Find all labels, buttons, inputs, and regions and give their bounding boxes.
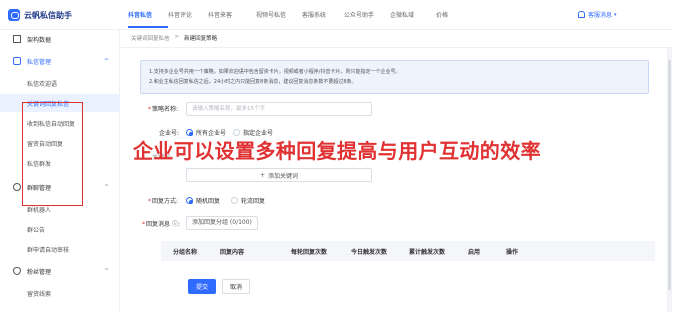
radio-label: 轮流回复 (241, 198, 266, 205)
nav-item-customer-service[interactable]: 客服系统 (302, 10, 344, 30)
app-title: 云帆私信助手 (24, 10, 72, 20)
nav-item-pricing[interactable]: 价格 (436, 10, 456, 30)
sidebar-item-leads[interactable]: 留资线索 (0, 284, 120, 302)
sidebar-group-data[interactable]: 架构数据 (0, 30, 120, 48)
cancel-button[interactable]: 取消 (222, 279, 250, 294)
nav-item-douyin-dm[interactable]: 抖音私信 (128, 10, 168, 30)
reply-mode-text: 回复方式: (152, 198, 179, 205)
nav-item-douyin-comment[interactable]: 抖音评论 (168, 10, 208, 30)
chevron-down-icon: ▾ (614, 11, 617, 18)
column-header: 操作 (506, 249, 519, 256)
sidebar-item-auto-approve[interactable]: 群申请自动审核 (0, 240, 120, 258)
plus-icon: + (259, 171, 265, 179)
add-reply-group-button[interactable]: 添加回复分组 (0/100) (186, 216, 258, 230)
top-nav: 抖音私信 抖音评论 抖音来客 视频号私信 客服系统 公众号助手 企微私域 价格 (128, 10, 456, 30)
sidebar-group-label: 粉丝管理 (27, 268, 52, 276)
top-bar: 云帆私信助手 抖音私信 抖音评论 抖音来客 视频号私信 客服系统 公众号助手 企… (0, 0, 673, 30)
notice-line-2: 2.和业主私信回复私信之后，24小时之内只能回复8条消息，建议回复消息条数不要超… (149, 79, 357, 85)
logo-icon (8, 9, 20, 21)
overlay-caption: 企业可以设置多种回复提高与用户互动的效率 (133, 139, 541, 163)
users-icon (13, 183, 21, 191)
highlight-box (22, 102, 83, 206)
sidebar-group-fans[interactable]: 粉丝管理 ^ (0, 262, 120, 280)
service-messages[interactable]: 客服消息 ▾ (578, 10, 617, 19)
strategy-name-label: *策略名称: (148, 104, 178, 113)
info-icon: ⓘ: (171, 221, 180, 228)
app-logo[interactable]: 云帆私信助手 (8, 9, 72, 21)
sidebar-item-welcome[interactable]: 私信欢迎语 (0, 74, 120, 92)
nav-item-douyin-visitor[interactable]: 抖音来客 (208, 10, 256, 30)
radio-dot (231, 197, 238, 204)
breadcrumb-separator: > (174, 34, 180, 40)
chevron-up-icon: ^ (104, 267, 110, 275)
column-header: 回复内容 (220, 249, 245, 256)
chat-icon (13, 57, 21, 65)
sidebar-item-announcement[interactable]: 群公告 (0, 220, 120, 238)
strategy-name-input[interactable]: 请输入策略名称，最多15个字 (186, 102, 372, 116)
reply-mode-label: *回复方式: (148, 196, 178, 205)
radio-dot (186, 197, 193, 204)
nav-item-channels-dm[interactable]: 视频号私信 (256, 10, 302, 30)
reply-message-text: 回复消息 (146, 221, 171, 228)
sidebar-item-label: 私信欢迎语 (27, 80, 58, 88)
divider (121, 47, 673, 48)
column-header: 今日触发次数 (351, 249, 388, 256)
required-mark: * (148, 198, 151, 205)
breadcrumb-parent[interactable]: 关键词回复私信 (131, 34, 170, 42)
radio-round-reply[interactable]: 轮流回复 (231, 196, 265, 205)
sidebar-item-label: 群申请自动审核 (27, 246, 70, 254)
strategy-name-text: 策略名称: (152, 106, 179, 113)
shield-icon (13, 267, 21, 275)
scrollbar-thumb[interactable] (668, 60, 671, 290)
add-keyword-label: 添加关键词 (268, 172, 299, 180)
column-header: 累计触发次数 (409, 249, 446, 256)
column-header: 每轮回复次数 (291, 249, 328, 256)
required-mark: * (148, 106, 151, 113)
sidebar: 架构数据 私信管理 ^ 私信欢迎语 关键词回复私信 收到私信自动回复 留资自动回… (0, 30, 120, 312)
sidebar-group-label: 私信管理 (27, 58, 52, 66)
nav-item-official-account[interactable]: 公众号助手 (344, 10, 390, 30)
chevron-up-icon: ^ (104, 57, 110, 65)
breadcrumb-current: 新建回复策略 (184, 36, 218, 42)
sidebar-item-label: 群公告 (27, 226, 46, 234)
service-label: 客服消息 (588, 12, 613, 19)
notice-line-1: 1.支持多企业号共用一个策略，如果欢迎语中包含留资卡片，视频或者小程序/抖音卡片… (149, 69, 401, 75)
column-header: 分组名称 (173, 249, 198, 256)
chevron-up-icon: ^ (104, 183, 110, 191)
nav-item-wecom[interactable]: 企微私域 (390, 10, 436, 30)
info-notice: 1.支持多企业号共用一个策略，如果欢迎语中包含留资卡片，视频或者小程序/抖音卡片… (140, 60, 649, 94)
radio-label: 随机回复 (196, 198, 221, 205)
sidebar-group-dm[interactable]: 私信管理 ^ (0, 52, 120, 70)
bell-icon (578, 11, 585, 18)
reply-table-header: 分组名称 回复内容 每轮回复次数 今日触发次数 累计触发次数 启用 操作 (161, 241, 655, 261)
breadcrumb: 关键词回复私信 > 新建回复策略 (131, 34, 217, 42)
column-header: 启用 (468, 249, 481, 256)
reply-message-label: *回复消息 ⓘ: (142, 219, 180, 228)
submit-button[interactable]: 提交 (188, 279, 216, 294)
add-keyword-button[interactable]: + 添加关键词 (186, 168, 372, 182)
sidebar-item-label: 留资线索 (27, 290, 52, 298)
required-mark: * (142, 221, 145, 228)
main-content: 关键词回复私信 > 新建回复策略 1.支持多企业号共用一个策略，如果欢迎语中包含… (121, 30, 673, 312)
grid-icon (13, 35, 21, 43)
sidebar-group-label: 架构数据 (27, 36, 52, 44)
radio-random-reply[interactable]: 随机回复 (186, 196, 220, 205)
